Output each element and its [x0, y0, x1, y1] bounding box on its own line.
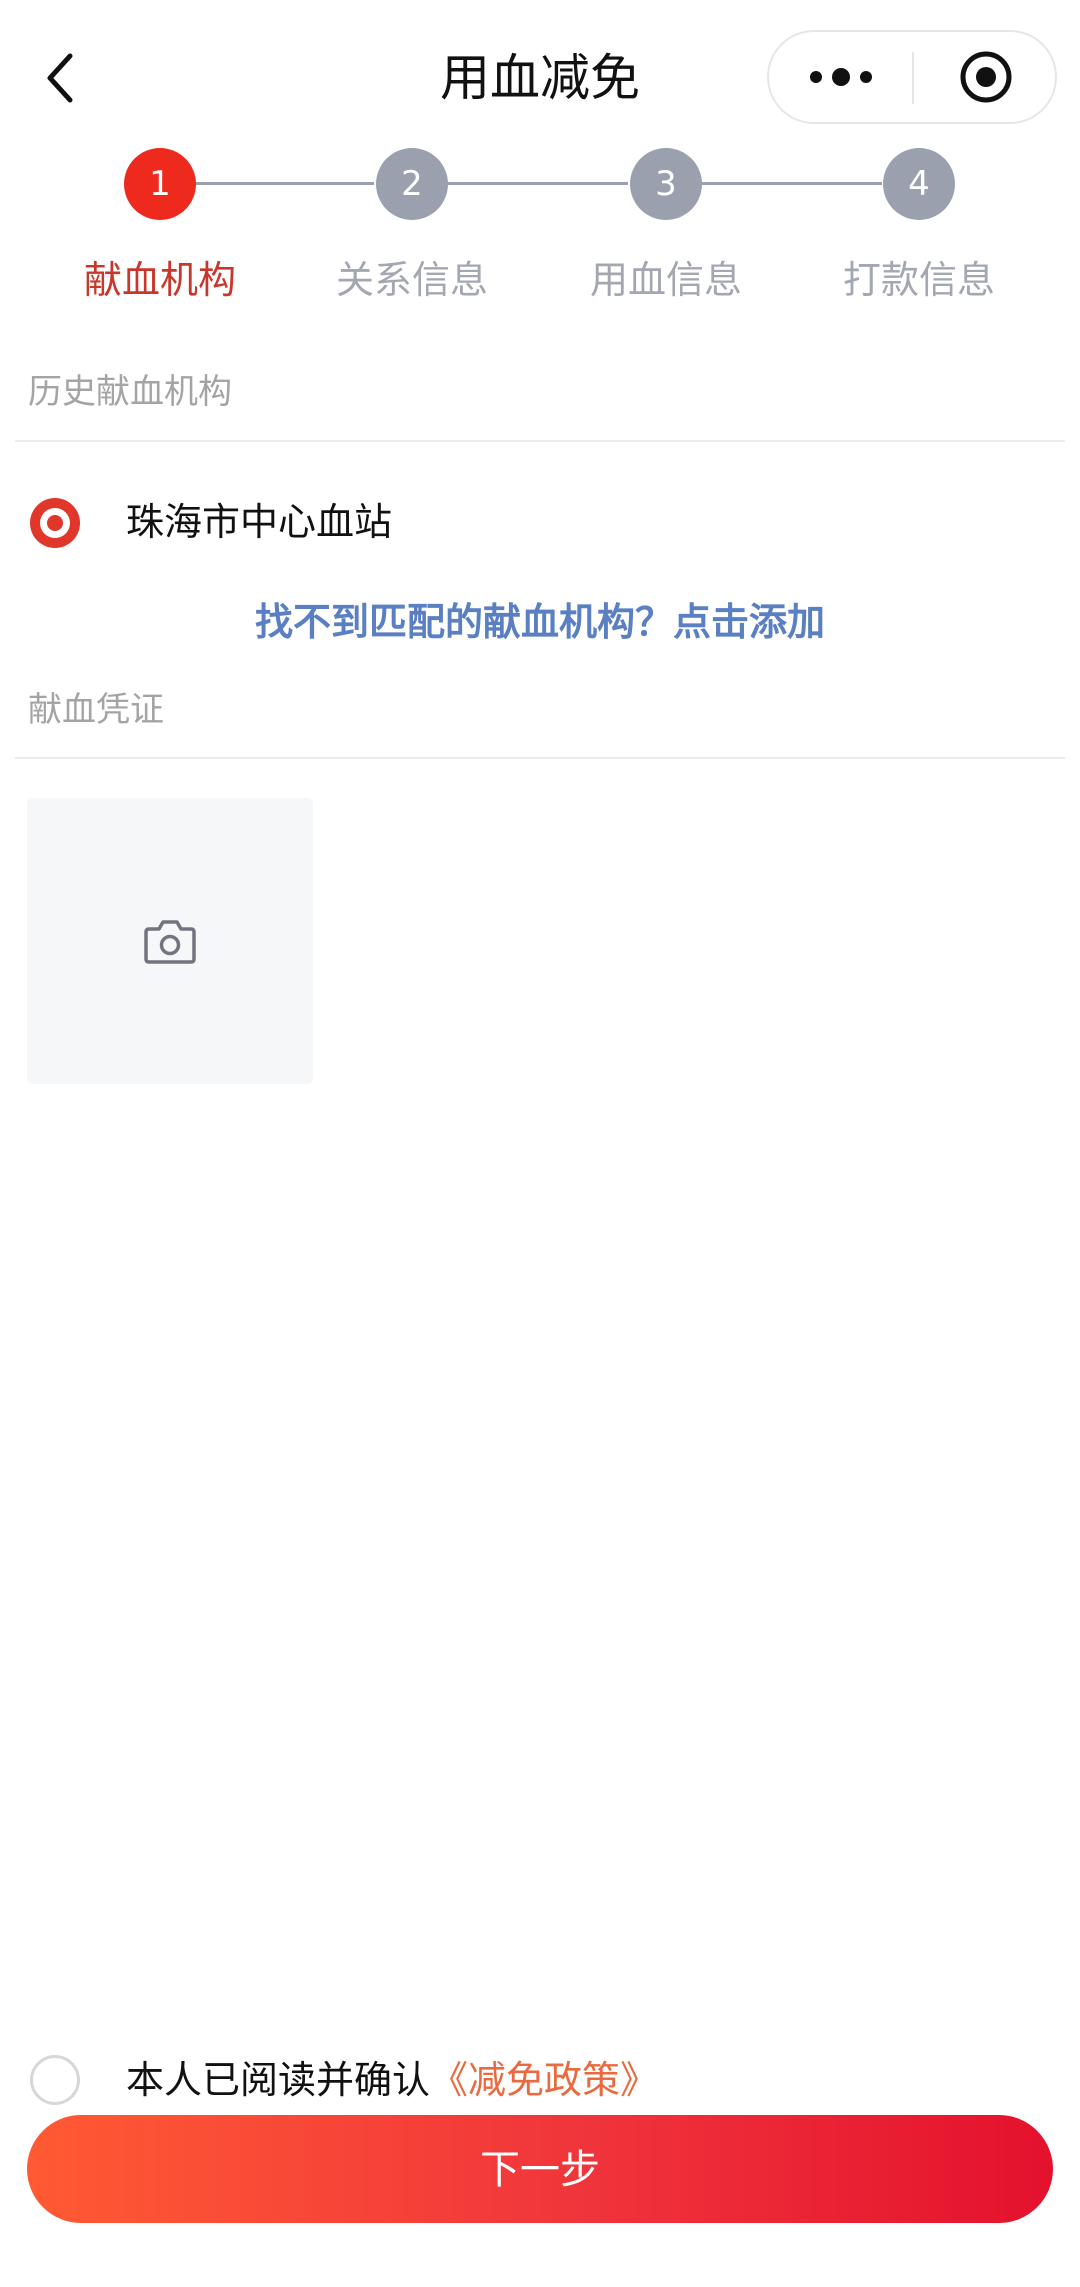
radio-selected-icon[interactable]: [30, 498, 80, 548]
more-dots-icon: [810, 68, 872, 86]
institution-section-label: 历史献血机构: [28, 372, 232, 412]
add-institution-link[interactable]: 找不到匹配的献血机构？点击添加: [0, 592, 1080, 652]
progress-stepper: 1 2 3 4 献血机构 关系信息 用血信息 打款信息: [0, 140, 1080, 310]
divider: [15, 757, 1065, 759]
step-2-circle: 2: [376, 148, 448, 220]
institution-option[interactable]: 珠海市中心血站: [0, 480, 1080, 580]
navbar: 用血减免: [0, 0, 1080, 140]
agreement-label: 本人已阅读并确认: [126, 2058, 431, 2102]
mini-program-capsule: [767, 30, 1057, 124]
voucher-upload-button[interactable]: [27, 798, 313, 1084]
step-4-label: 打款信息: [842, 258, 995, 302]
step-connector: [700, 182, 882, 185]
voucher-section-label: 献血凭证: [28, 690, 164, 730]
agreement-checkbox[interactable]: [30, 2055, 80, 2105]
step-3-label: 用血信息: [589, 258, 742, 302]
agreement-text: 本人已阅读并确认《减免政策》: [126, 2050, 658, 2110]
target-circle-icon: [960, 51, 1011, 103]
institution-option-label: 珠海市中心血站: [126, 500, 393, 544]
step-3-circle: 3: [630, 148, 702, 220]
page: 用血减免 1 2 3 4 献血机构 关系信息 用血信息 打款信息 历史献血机构 …: [0, 0, 1080, 2287]
divider: [15, 440, 1065, 442]
close-miniprogram-button[interactable]: [914, 32, 1057, 122]
step-1-label: 献血机构: [83, 258, 236, 302]
step-1-circle: 1: [124, 148, 196, 220]
step-connector: [194, 182, 374, 185]
camera-icon: [144, 920, 196, 964]
next-step-button[interactable]: 下一步: [27, 2115, 1053, 2223]
policy-link[interactable]: 《减免政策》: [430, 2058, 658, 2102]
step-4-circle: 4: [883, 148, 955, 220]
more-button[interactable]: [769, 32, 913, 122]
step-connector: [446, 182, 628, 185]
step-2-label: 关系信息: [335, 258, 488, 302]
